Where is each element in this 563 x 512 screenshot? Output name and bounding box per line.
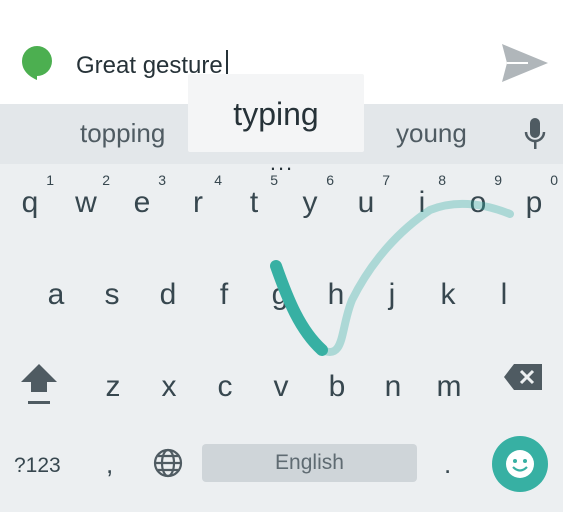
key-label: t [249, 186, 259, 219]
key-label: j [388, 278, 396, 311]
key-q[interactable]: 1q [2, 168, 58, 228]
key-l[interactable]: l [476, 260, 532, 320]
key-h[interactable]: h [308, 260, 364, 320]
key-s[interactable]: s [84, 260, 140, 320]
key-label: q [21, 186, 39, 219]
key-label: s [104, 278, 120, 311]
key-b[interactable]: b [309, 352, 365, 412]
key-label: v [273, 370, 289, 403]
key-u[interactable]: 7u [338, 168, 394, 228]
key-label: z [105, 370, 121, 403]
key-k[interactable]: k [420, 260, 476, 320]
key-x[interactable]: x [141, 352, 197, 412]
key-t[interactable]: 5t [226, 168, 282, 228]
key-label: i [418, 186, 426, 219]
shift-icon [21, 364, 57, 392]
key-label: k [440, 278, 456, 311]
key-label: u [357, 186, 375, 219]
comma-key[interactable]: , [106, 449, 113, 480]
preview-more-indicator: ... [269, 150, 295, 175]
key-label: m [436, 370, 462, 403]
suggestion-3[interactable]: young [396, 118, 467, 149]
mic-icon[interactable] [522, 116, 548, 152]
space-bar-label: English [275, 451, 344, 474]
key-m[interactable]: m [421, 352, 477, 412]
key-v[interactable]: v [253, 352, 309, 412]
globe-key[interactable] [152, 447, 184, 479]
key-f[interactable]: f [196, 260, 252, 320]
key-label: x [161, 370, 177, 403]
key-i[interactable]: 8i [394, 168, 450, 228]
backspace-icon [504, 364, 542, 390]
key-p[interactable]: 0p [506, 168, 562, 228]
key-label: f [219, 278, 229, 311]
key-label: p [525, 186, 543, 219]
word-preview-popup: typing [188, 74, 364, 152]
key-label: n [384, 370, 402, 403]
key-y[interactable]: 6y [282, 168, 338, 228]
key-r[interactable]: 4r [170, 168, 226, 228]
hangouts-icon[interactable] [20, 44, 54, 80]
key-c[interactable]: c [197, 352, 253, 412]
smiley-icon [506, 450, 534, 478]
key-e[interactable]: 3e [114, 168, 170, 228]
backspace-key[interactable] [502, 362, 544, 392]
emoji-button[interactable] [492, 436, 548, 492]
suggestion-1[interactable]: topping [80, 118, 165, 149]
key-label: a [47, 278, 65, 311]
key-label: e [133, 186, 151, 219]
key-label: y [302, 186, 318, 219]
key-g[interactable]: g [252, 260, 308, 320]
key-label: h [327, 278, 345, 311]
key-n[interactable]: n [365, 352, 421, 412]
key-label: g [271, 278, 289, 311]
key-d[interactable]: d [140, 260, 196, 320]
key-label: r [193, 186, 203, 219]
globe-icon [153, 448, 183, 478]
preview-word: typing [233, 96, 319, 132]
space-bar[interactable]: English [202, 444, 417, 482]
key-o[interactable]: 9o [450, 168, 506, 228]
symbols-key[interactable]: ?123 [14, 454, 61, 478]
key-a[interactable]: a [28, 260, 84, 320]
shift-key[interactable] [18, 360, 60, 408]
key-label: b [328, 370, 346, 403]
key-label: d [159, 278, 177, 311]
key-label: l [500, 278, 508, 311]
key-w[interactable]: 2w [58, 168, 114, 228]
period-key[interactable]: . [444, 449, 451, 480]
key-j[interactable]: j [364, 260, 420, 320]
key-label: o [469, 186, 487, 219]
key-label: w [75, 186, 97, 219]
key-label: c [217, 370, 233, 403]
key-z[interactable]: z [85, 352, 141, 412]
send-icon[interactable] [500, 40, 550, 86]
